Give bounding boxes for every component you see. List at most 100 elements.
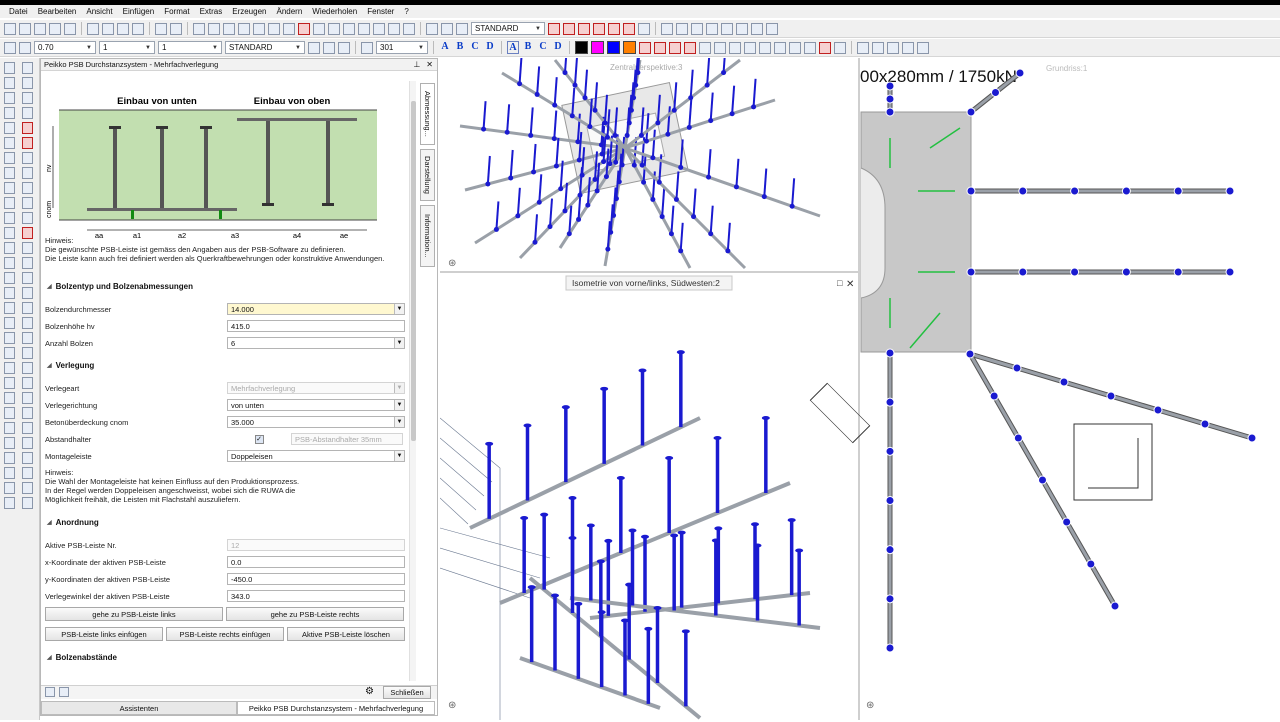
chamfer-icon[interactable] — [714, 41, 726, 54]
text-b-icon[interactable]: B — [454, 41, 466, 54]
settings-gear-icon[interactable]: ⚙ — [365, 686, 374, 697]
new-file-icon[interactable] — [4, 22, 16, 35]
fit-icon[interactable] — [373, 22, 385, 35]
color-select[interactable]: 1 ▼ — [158, 41, 222, 54]
opening-icon[interactable] — [4, 347, 15, 359]
bending-icon[interactable] — [22, 452, 33, 464]
view1-compass-icon[interactable]: ⊛ — [866, 700, 874, 711]
pen-thickness-select[interactable]: 0.70 ▼ — [34, 41, 96, 54]
arc-icon[interactable] — [4, 182, 15, 194]
menu-wiederholen[interactable]: Wiederholen — [307, 7, 362, 16]
view2-maximize-icon[interactable]: □ — [837, 278, 843, 288]
measure-icon[interactable] — [328, 22, 340, 35]
eraser-icon[interactable] — [639, 41, 651, 54]
snap-icon[interactable] — [426, 22, 438, 35]
break-icon[interactable] — [684, 41, 696, 54]
copy-icon[interactable] — [102, 22, 114, 35]
layer-prev-icon[interactable] — [338, 41, 350, 54]
layer-icon[interactable] — [313, 22, 325, 35]
point-icon[interactable] — [4, 92, 15, 104]
text-d2-icon[interactable]: D — [552, 41, 564, 54]
montage-select[interactable]: Doppeleisen ▼ — [227, 450, 405, 462]
clipboard5-icon[interactable] — [917, 41, 929, 54]
section-bolzenabstaende[interactable]: ◢ Bolzenabstände — [47, 653, 117, 662]
trim-tool-icon[interactable] — [22, 62, 33, 74]
view2-compass-icon[interactable]: ⊛ — [448, 700, 456, 711]
stretch-icon[interactable] — [804, 41, 816, 54]
fillet-icon[interactable] — [699, 41, 711, 54]
anzahl-select[interactable]: 6 ▼ — [227, 337, 405, 349]
line-icon[interactable] — [4, 62, 15, 74]
window-2-icon[interactable] — [721, 22, 733, 35]
menu-fenster[interactable]: Fenster — [362, 7, 399, 16]
clipboard-icon[interactable] — [857, 41, 869, 54]
layer-select[interactable]: STANDARD ▼ — [225, 41, 305, 54]
insert-right-button[interactable]: PSB-Leiste rechts einfügen — [166, 627, 284, 641]
measure-tool-icon[interactable] — [4, 497, 15, 509]
close-panel-button[interactable]: Schließen — [383, 686, 431, 699]
window-1-icon[interactable] — [706, 22, 718, 35]
properties-icon[interactable] — [638, 22, 650, 35]
detail-icon[interactable] — [4, 467, 15, 479]
room-icon[interactable] — [4, 407, 15, 419]
panel-scrollbar[interactable] — [409, 81, 416, 681]
menu-format[interactable]: Format — [159, 7, 194, 16]
polygon-icon[interactable] — [4, 137, 15, 149]
ortho-icon[interactable] — [456, 22, 468, 35]
door-icon[interactable] — [4, 362, 15, 374]
mirror-tool-icon[interactable] — [22, 182, 33, 194]
hatch-tool-icon[interactable] — [4, 212, 15, 224]
menu-einfuegen[interactable]: Einfügen — [118, 7, 160, 16]
text-d-icon[interactable]: D — [484, 41, 496, 54]
group-icon[interactable] — [744, 41, 756, 54]
stair-icon[interactable] — [4, 332, 15, 344]
copy-move-icon[interactable] — [253, 22, 265, 35]
layer-visible-icon[interactable] — [548, 22, 560, 35]
rectangle-icon[interactable] — [4, 107, 15, 119]
pattern-select[interactable]: 301 ▼ — [376, 41, 428, 54]
distribute-icon[interactable] — [22, 272, 33, 284]
color-magenta-swatch[interactable] — [591, 41, 604, 54]
text-c2-icon[interactable]: C — [537, 41, 549, 54]
goto-right-button[interactable]: gehe zu PSB-Leiste rechts — [226, 607, 404, 621]
rotate-tool-icon[interactable] — [22, 197, 33, 209]
array-icon[interactable] — [729, 41, 741, 54]
delete-active-button[interactable]: Aktive PSB-Leiste löschen — [287, 627, 405, 641]
extend-icon[interactable] — [669, 41, 681, 54]
beton-select[interactable]: 35.000 ▼ — [227, 416, 405, 428]
render-icon[interactable] — [403, 22, 415, 35]
fillet-tool-icon[interactable] — [22, 92, 33, 104]
extend-tool-icon[interactable] — [22, 77, 33, 89]
settings-tool-icon[interactable] — [22, 497, 33, 509]
window-split-icon[interactable] — [691, 22, 703, 35]
line-type-select[interactable]: 1 ▼ — [99, 41, 155, 54]
tab-psb-active[interactable]: Peikko PSB Durchstanzsystem - Mehrfachve… — [237, 701, 435, 715]
y-input[interactable]: -450.0 — [227, 573, 405, 585]
winkel-input[interactable]: 343.0 — [227, 590, 405, 602]
section-verlegung[interactable]: ◢ Verlegung — [47, 361, 94, 370]
window-icon[interactable] — [4, 377, 15, 389]
window-tile-icon[interactable] — [676, 22, 688, 35]
text-a-icon[interactable]: A — [439, 41, 451, 54]
goto-left-button[interactable]: gehe zu PSB-Leiste links — [45, 607, 223, 621]
polyline-icon[interactable] — [4, 77, 15, 89]
delete-icon[interactable] — [298, 22, 310, 35]
modify-icon[interactable] — [22, 122, 33, 134]
window-cascade-icon[interactable] — [661, 22, 673, 35]
mirror-icon[interactable] — [268, 22, 280, 35]
section-bolzentyp[interactable]: ◢ Bolzentyp und Bolzenabmessungen — [47, 282, 193, 291]
edit-vertex-icon[interactable] — [22, 332, 33, 344]
verlegerichtung-select[interactable]: von unten ▼ — [227, 399, 405, 411]
trim-icon[interactable] — [654, 41, 666, 54]
section-anordnung[interactable]: ◢ Anordnung — [47, 518, 99, 527]
brush-icon[interactable] — [19, 41, 31, 54]
text-c-icon[interactable]: C — [469, 41, 481, 54]
layer-tools-icon[interactable] — [308, 41, 320, 54]
color-orange-swatch[interactable] — [623, 41, 636, 54]
open-file-icon[interactable] — [19, 22, 31, 35]
close-icon[interactable]: ✕ — [426, 60, 433, 69]
group-tool-icon[interactable] — [22, 362, 33, 374]
menu-erzeugen[interactable]: Erzeugen — [227, 7, 271, 16]
copy-tool-icon[interactable] — [22, 167, 33, 179]
hatch-icon[interactable] — [361, 41, 373, 54]
